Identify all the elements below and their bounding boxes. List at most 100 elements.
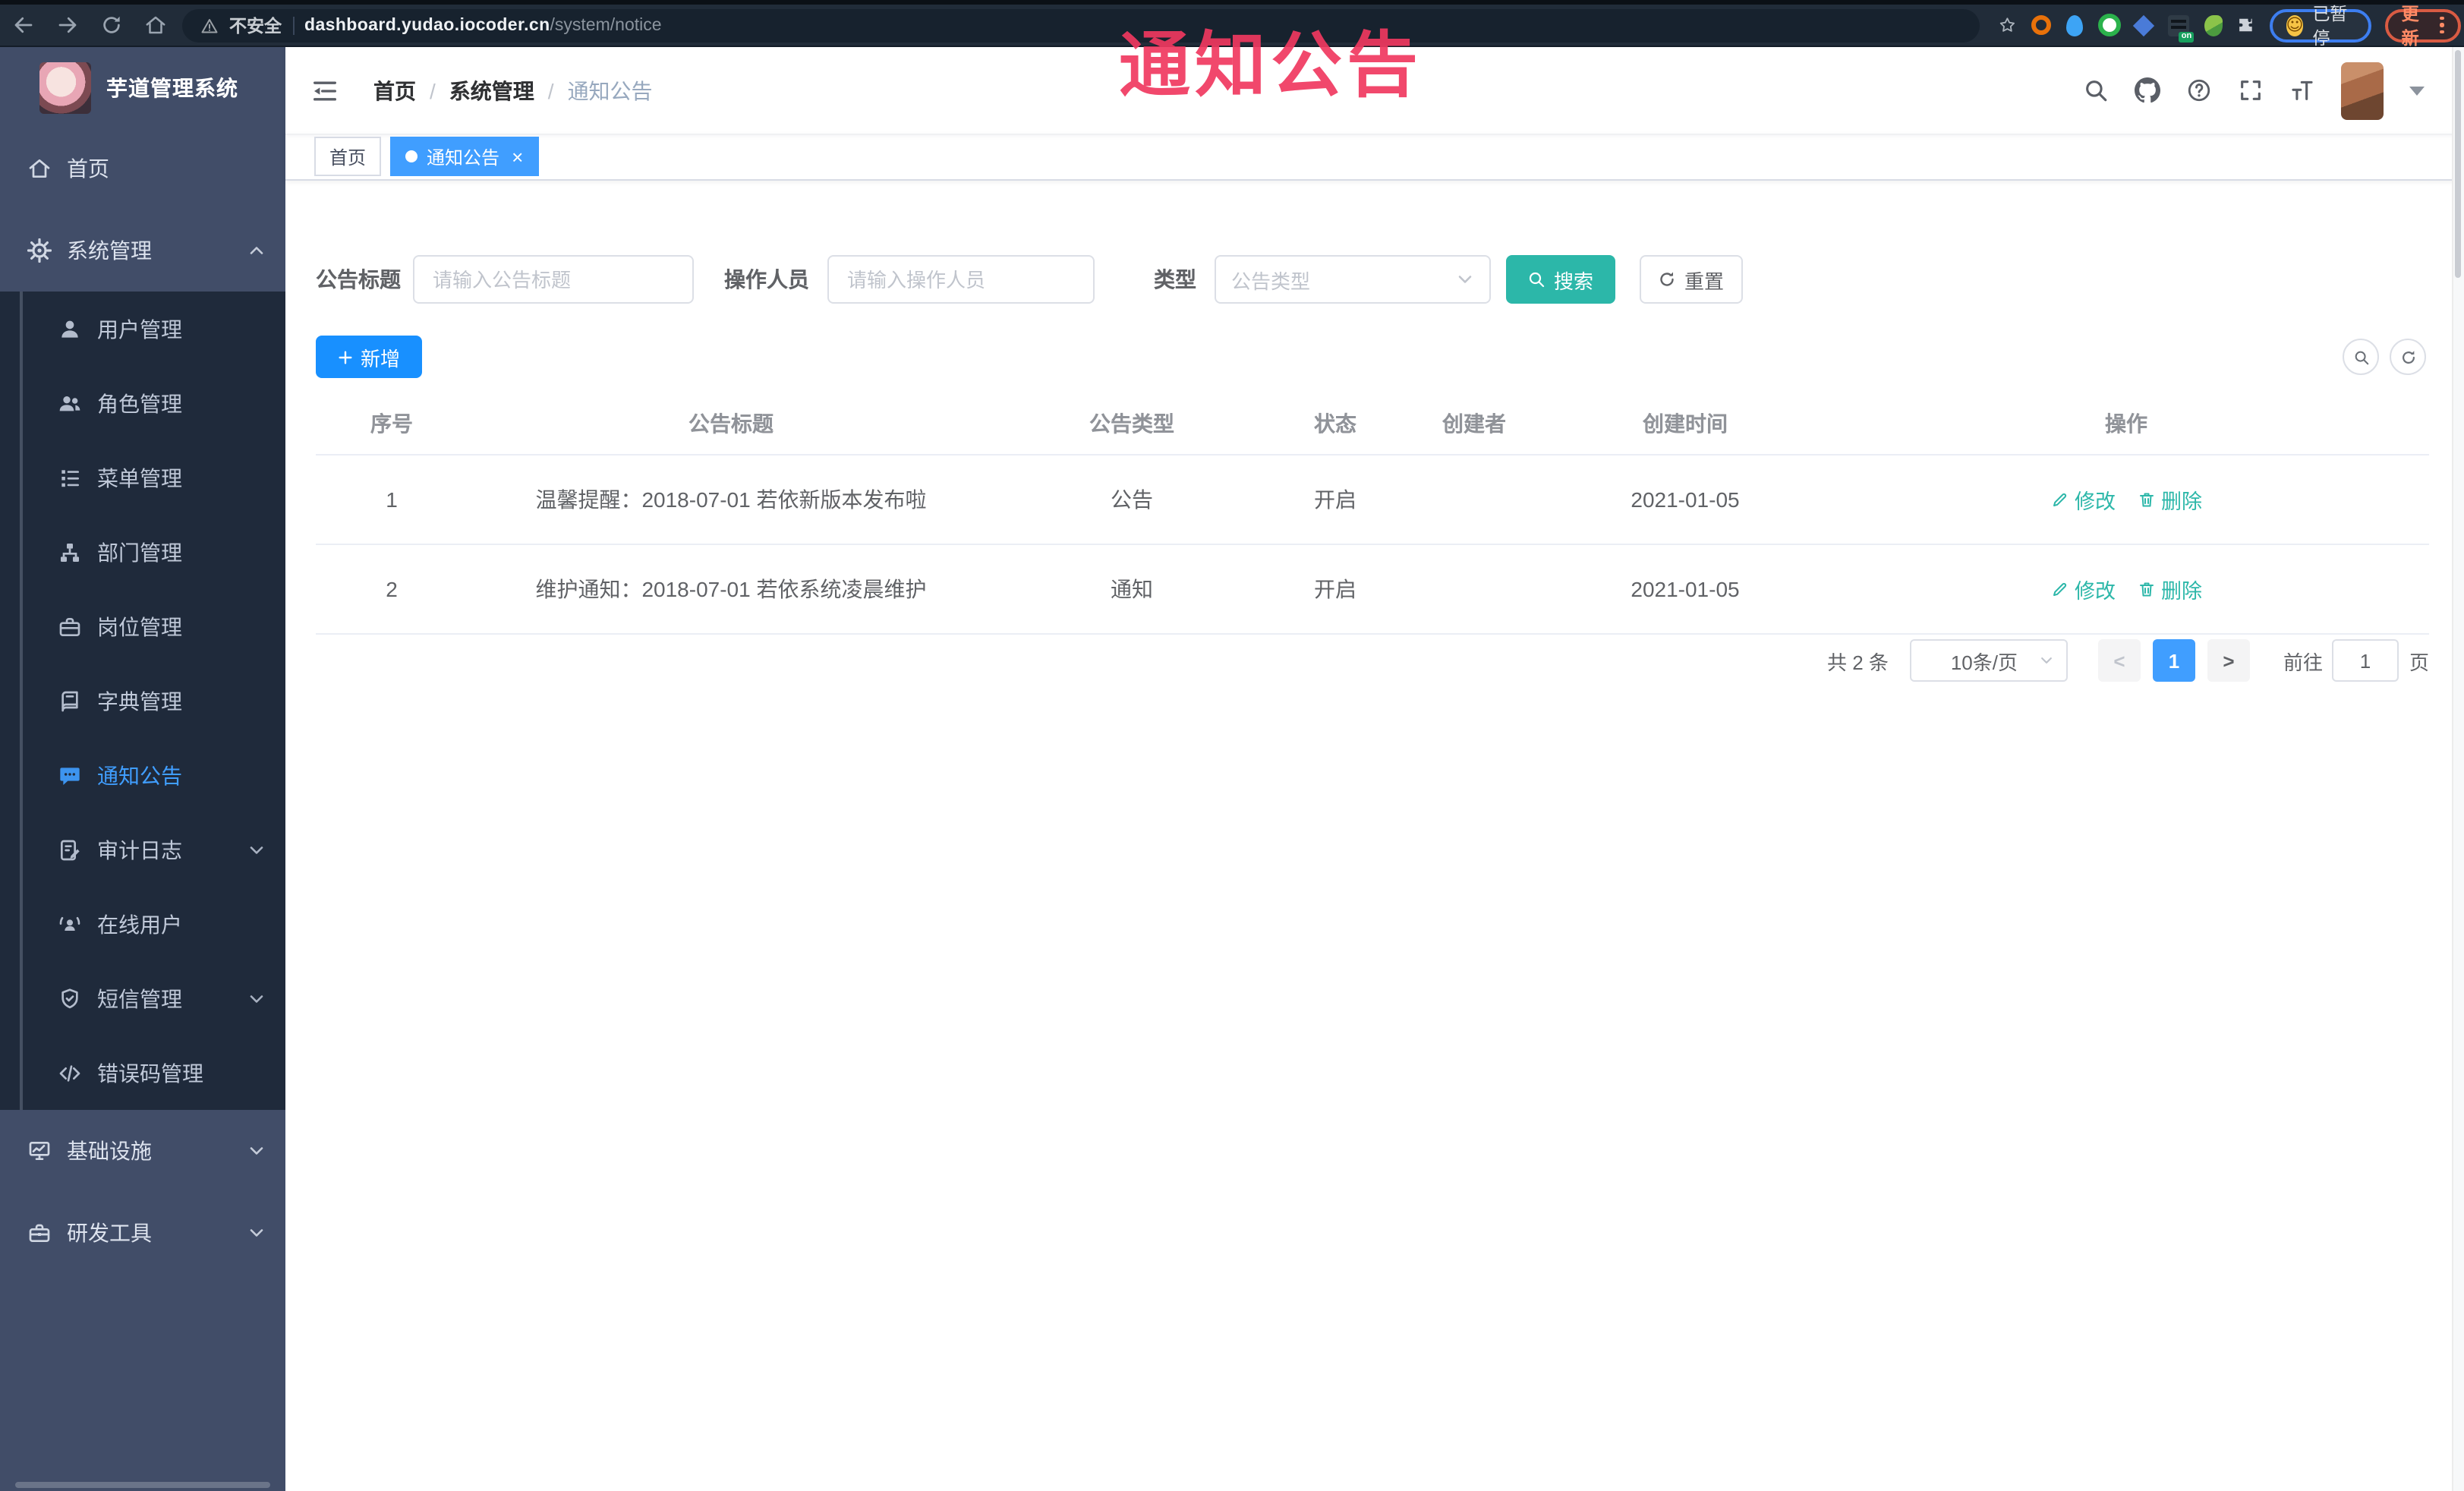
sidebar-item-sms[interactable]: 短信管理 (0, 961, 285, 1036)
sidebar-item-dict[interactable]: 字典管理 (0, 664, 285, 738)
table-cell: 公告 (1111, 487, 1153, 512)
current-page-button[interactable]: 1 (2152, 639, 2195, 682)
extension-proxy-on-icon[interactable]: on (2168, 13, 2195, 42)
table-cell: 温馨提醒：2018-07-01 若依新版本发布啦 (535, 487, 927, 512)
tab-首页[interactable]: 首页 (314, 137, 382, 176)
notice-title-input[interactable] (413, 255, 694, 304)
delete-link[interactable]: 删除 (2137, 574, 2202, 604)
font-size-icon[interactable] (2289, 77, 2315, 103)
sidebar-item-user[interactable]: 用户管理 (0, 292, 285, 366)
sidebar-item-audit[interactable]: 审计日志 (0, 812, 285, 887)
refresh-circle-button[interactable] (2390, 339, 2426, 375)
type-select[interactable]: 公告类型 (1215, 255, 1491, 304)
operator-label: 操作人员 (724, 267, 809, 292)
notice-table: 序号 公告标题 公告类型 状态 创建者 创建时间 操作 1 温馨提醒：2018-07-01 若… (316, 393, 2429, 635)
users-icon (58, 391, 82, 415)
security-label: 不安全 (229, 17, 282, 36)
url-bar[interactable]: 不安全 dashboard.yudao.iocoder.cn/system/no… (182, 8, 1980, 42)
table-cell: 开启 (1314, 487, 1356, 512)
tab-通知公告[interactable]: 通知公告 × (390, 137, 539, 176)
forward-icon[interactable] (56, 14, 79, 36)
edit-link[interactable]: 修改 (2050, 574, 2116, 604)
edit-link[interactable]: 修改 (2050, 484, 2116, 515)
sidebar: 芋道管理系统 首页 系统管理 用户管理 角色管理 菜单管理 部门管理 岗位管理 字典管理 通知公… (0, 47, 285, 1491)
show-search-circle-button[interactable] (2343, 339, 2379, 375)
page-size-value: 10条/页 (1950, 651, 2018, 673)
extension-blue-diamond-icon[interactable] (2133, 13, 2156, 37)
fullscreen-icon[interactable] (2238, 77, 2264, 103)
help-icon[interactable] (2186, 77, 2212, 103)
sidebar-logo-row[interactable]: 芋道管理系统 (0, 47, 285, 128)
github-icon[interactable] (2135, 77, 2160, 103)
main-area: 首页/系统管理/通知公告 首页通知公告× 公告标题 操作人员 (285, 47, 2464, 1491)
reset-button[interactable]: 重置 (1640, 255, 1743, 304)
sidebar-item-role[interactable]: 角色管理 (0, 366, 285, 440)
operator-input[interactable] (827, 255, 1095, 304)
delete-link[interactable]: 删除 (2137, 484, 2202, 515)
tab-close-icon[interactable]: × (512, 147, 523, 166)
table-cell: 1 (386, 487, 398, 512)
prev-page-button[interactable]: < (2097, 639, 2141, 682)
sidebar-item-label: 在线用户 (97, 912, 182, 936)
sidebar-item-notice[interactable]: 通知公告 (0, 738, 285, 812)
table-cell: 开启 (1314, 577, 1356, 601)
breadcrumb-separator: / (430, 78, 436, 102)
book-icon (58, 689, 82, 713)
scrollbar-thumb[interactable] (2455, 50, 2461, 278)
next-page-button[interactable]: > (2207, 639, 2250, 682)
menu-tree-icon (58, 465, 82, 490)
table-header-cell: 序号 (370, 411, 413, 436)
sidebar-item-system[interactable]: 系统管理 (0, 210, 285, 292)
sidebar-item-infra[interactable]: 基础设施 (0, 1110, 285, 1192)
tab-label: 首页 (329, 147, 367, 168)
reload-icon[interactable] (100, 14, 123, 36)
breadcrumb-item: 通知公告 (567, 78, 653, 102)
add-button[interactable]: 新增 (316, 336, 422, 378)
chevron-down-icon (247, 989, 266, 1007)
goto-page-input[interactable] (2331, 639, 2399, 682)
sidebar-item-home[interactable]: 首页 (0, 128, 285, 210)
table-header-row: 序号 公告标题 公告类型 状态 创建者 创建时间 操作 (316, 393, 2429, 455)
refresh-circle-icon (2399, 348, 2416, 365)
profile-chip[interactable]: ☺ 已暂停 (2269, 5, 2371, 48)
browser-update-chip[interactable]: 更新 (2384, 5, 2461, 48)
sidebar-item-dept[interactable]: 部门管理 (0, 515, 285, 589)
extension-orange-icon[interactable] (2031, 13, 2051, 37)
extension-pin-icon[interactable] (2064, 13, 2084, 37)
bookmark-star-icon[interactable] (1998, 14, 2017, 36)
page-size-select[interactable]: 10条/页 (1909, 639, 2068, 682)
extension-sprout-icon[interactable] (2203, 13, 2223, 37)
page-content: 公告标题 操作人员 类型 公告类型 搜索 重置 (285, 181, 2464, 1491)
online-user-icon (58, 912, 82, 936)
back-icon[interactable] (12, 14, 35, 36)
breadcrumb-item[interactable]: 系统管理 (449, 75, 534, 106)
pagination: 共 2 条 10条/页 < 1 > 前往 页 (1827, 639, 2429, 682)
table-cell: 2 (386, 577, 398, 601)
extensions-puzzle-icon[interactable] (2237, 14, 2256, 36)
url-host: dashboard.yudao.iocoder.cn (304, 16, 550, 34)
not-secure-warning-icon[interactable] (200, 16, 219, 34)
sidebar-item-devtool[interactable]: 研发工具 (0, 1192, 285, 1274)
search-button[interactable]: 搜索 (1506, 255, 1615, 304)
sidebar-scrollbar[interactable] (15, 1482, 270, 1488)
plus-icon (338, 348, 354, 365)
search-circle-icon (2352, 348, 2369, 365)
sidebar-item-menu[interactable]: 菜单管理 (0, 440, 285, 515)
breadcrumb-item[interactable]: 首页 (373, 75, 416, 106)
browser-menu-kebab-icon[interactable] (2440, 16, 2444, 34)
browser-home-icon[interactable] (144, 14, 167, 36)
table-body: 1 温馨提醒：2018-07-01 若依新版本发布啦 公告 开启 2021-01-05 修… (316, 455, 2429, 635)
sidebar-item-post[interactable]: 岗位管理 (0, 589, 285, 664)
sidebar-item-errcode[interactable]: 错误码管理 (0, 1036, 285, 1110)
hamburger-icon[interactable] (310, 75, 340, 106)
page-scrollbar[interactable] (2452, 47, 2464, 1491)
table-row: 1 温馨提醒：2018-07-01 若依新版本发布啦 公告 开启 2021-01-05 修… (316, 455, 2429, 545)
sidebar-item-online[interactable]: 在线用户 (0, 887, 285, 961)
extension-green-circle-icon[interactable] (2097, 13, 2121, 37)
search-button-icon (1528, 270, 1546, 288)
search-icon[interactable] (2083, 77, 2109, 103)
avatar-caret-down-icon[interactable] (2409, 86, 2425, 95)
chevron-down-icon (1456, 270, 1474, 288)
user-avatar[interactable] (2341, 61, 2384, 119)
tab-label: 通知公告 (427, 147, 500, 168)
